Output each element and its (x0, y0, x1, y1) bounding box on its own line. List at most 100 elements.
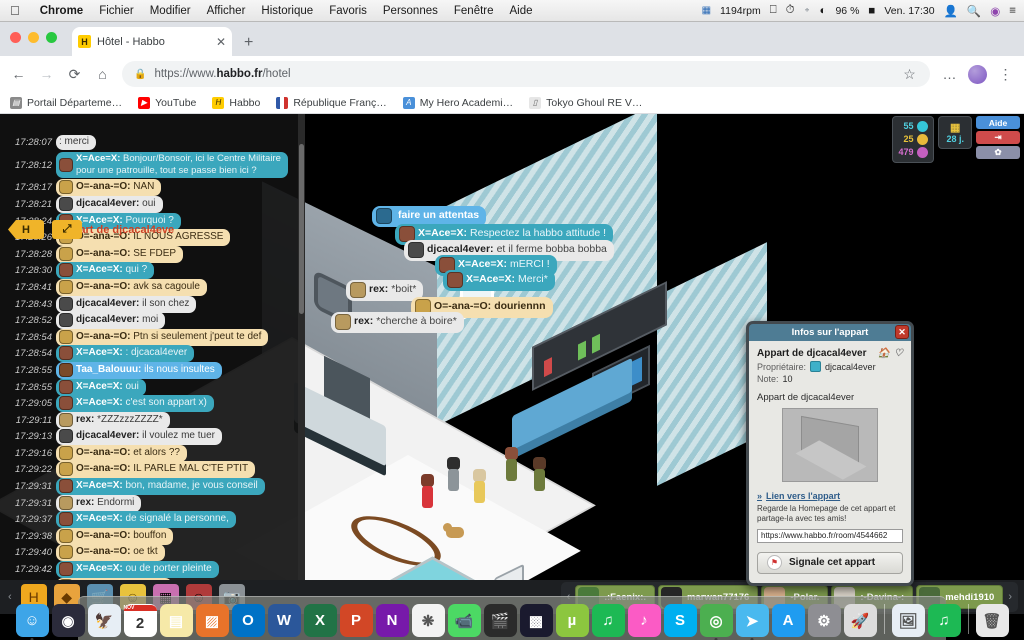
chat-avatar-head[interactable] (59, 445, 73, 460)
club-box[interactable]: ▦ 28 j. (938, 116, 972, 149)
close-window-button[interactable] (10, 32, 21, 43)
chat-avatar-head[interactable] (59, 246, 73, 261)
dock-siri-icon[interactable]: ◉ (51, 604, 85, 637)
menu-afficher[interactable]: Afficher (199, 5, 254, 17)
chat-scrollbar[interactable] (298, 114, 305, 580)
menu-fenetre[interactable]: Fenêtre (446, 5, 502, 17)
chat-avatar-head[interactable] (59, 512, 73, 527)
bookmark-myhero[interactable]: A My Hero Academi… (402, 96, 513, 109)
forward-icon[interactable]: → (38, 66, 55, 82)
airplay-icon[interactable]: ⎕ (770, 4, 777, 17)
apple-logo-icon[interactable]:  (10, 3, 20, 18)
duckets-row[interactable]: 479 (898, 146, 929, 159)
settings-button[interactable]: ✿ (976, 146, 1020, 159)
diamonds-row[interactable]: 55 (898, 120, 929, 133)
owner-name[interactable]: djcacal4ever (825, 362, 876, 372)
dock-appstore-icon[interactable]: A (771, 604, 805, 637)
dock-skype-icon[interactable]: S (663, 604, 697, 637)
bookmark-youtube[interactable]: ▶ YouTube (138, 96, 196, 109)
chat-avatar-head[interactable] (59, 429, 73, 444)
room-avatar[interactable] (532, 457, 547, 491)
credits-row[interactable]: 25 (898, 133, 929, 146)
dock-itunes-icon[interactable]: ♪ (627, 604, 661, 637)
menu-fichier[interactable]: Fichier (91, 5, 142, 17)
menu-personnes[interactable]: Personnes (375, 5, 446, 17)
dock-notes-icon[interactable]: ▤ (159, 604, 193, 637)
timemachine-icon[interactable]: ⏱ (786, 4, 795, 17)
controlcenter-icon[interactable]: ≡ (1009, 5, 1016, 17)
bookmark-habbo[interactable]: H Habbo (212, 96, 260, 109)
chat-avatar-head[interactable] (59, 180, 73, 195)
chat-avatar-head[interactable] (59, 412, 73, 427)
chat-avatar-head[interactable] (59, 528, 73, 543)
panel-titlebar[interactable]: Infos sur l'appart ✕ (749, 324, 911, 341)
chat-avatar-head[interactable] (59, 379, 73, 394)
user-icon[interactable]: 👤 (944, 4, 958, 18)
back-icon[interactable]: ← (10, 66, 27, 82)
dock-safari-icon[interactable]: ➤ (735, 604, 769, 640)
chat-avatar-head[interactable] (59, 479, 73, 494)
dock-outlook-icon[interactable]: O (231, 604, 265, 637)
report-room-button[interactable]: ⚑ Signale cet appart (757, 551, 903, 574)
dock-word-icon[interactable]: W (267, 604, 301, 637)
menu-favoris[interactable]: Favoris (321, 5, 375, 17)
chat-avatar-head[interactable] (59, 296, 73, 311)
menu-aide[interactable]: Aide (502, 5, 541, 17)
close-icon[interactable]: ✕ (895, 325, 909, 339)
chrome-menu-icon[interactable]: ⋮ (997, 66, 1014, 83)
bookmark-tokyoghoul[interactable]: ▯ Tokyo Ghoul RE V… (529, 96, 642, 109)
siri-icon[interactable]: ◉ (990, 4, 1000, 18)
fullscreen-button[interactable]: ⤢ (52, 220, 82, 239)
bookmark-republique[interactable]: République Franç… (276, 96, 387, 109)
dock-launchpad-icon[interactable]: 🚀 (843, 604, 877, 637)
room-avatar[interactable] (504, 447, 519, 481)
chat-avatar-head[interactable] (59, 346, 73, 361)
room-avatar[interactable] (420, 474, 435, 508)
close-tab-icon[interactable]: ✕ (216, 35, 226, 49)
address-bar[interactable]: 🔒 https://www.habbo.fr/hotel ☆ (122, 61, 930, 87)
browser-tab[interactable]: H Hôtel - Habbo ✕ (72, 27, 232, 56)
chat-avatar-head[interactable] (59, 545, 73, 560)
extension-icon[interactable]: … (941, 66, 958, 82)
chat-avatar-head[interactable] (59, 562, 73, 577)
menu-modifier[interactable]: Modifier (142, 5, 199, 17)
profile-avatar[interactable] (968, 64, 987, 84)
room-link[interactable]: » Lien vers l'appart (757, 491, 903, 501)
reload-icon[interactable]: ⟳ (66, 66, 83, 83)
maximize-window-button[interactable] (46, 32, 57, 43)
home-icon[interactable]: 🏠 (878, 348, 890, 359)
chat-avatar-head[interactable] (59, 279, 73, 294)
pet-dog[interactable] (443, 523, 464, 538)
minimize-window-button[interactable] (28, 32, 39, 43)
chat-avatar-head[interactable] (59, 462, 73, 477)
dock-preview2-icon[interactable]: 🖼 (891, 604, 925, 637)
wifi-icon[interactable]: ◐ (820, 5, 827, 17)
chat-avatar-head[interactable] (59, 196, 73, 211)
logout-button[interactable]: ⇥ (976, 131, 1020, 144)
chat-avatar-head[interactable] (59, 396, 73, 411)
bookmark-portail[interactable]: ▤ Portail Départeme… (10, 96, 122, 109)
dock-utorrent-icon[interactable]: µ (555, 604, 589, 637)
bookmark-star-icon[interactable]: ☆ (901, 66, 918, 83)
dock-powerpoint-icon[interactable]: P (339, 604, 373, 637)
bluetooth-icon[interactable]: ᛭ (804, 5, 811, 17)
dock-office-icon[interactable]: ▨ (195, 604, 229, 637)
home-icon[interactable]: ⌂ (94, 66, 111, 82)
dock-excel-icon[interactable]: X (303, 604, 337, 637)
dock-finder-icon[interactable]: ☺ (15, 604, 49, 640)
room-avatar[interactable] (446, 457, 461, 491)
dock-photos-icon[interactable]: ❋ (411, 604, 445, 637)
scrollbar-thumb[interactable] (299, 144, 304, 314)
new-tab-button[interactable]: + (244, 34, 253, 52)
dock-spotify-icon[interactable]: ♫ (591, 604, 625, 637)
dock-calendar-icon[interactable]: NOV 2 (123, 604, 157, 637)
dock-finalcut-icon[interactable]: 🎬 (483, 604, 517, 637)
dock-settings-icon[interactable]: ⚙ (807, 604, 841, 637)
chat-log[interactable]: 17:28:07: merci 17:28:12 X=Ace=X: Bonjour/… (0, 114, 305, 580)
heart-icon[interactable]: ♡ (894, 348, 903, 359)
window-controls[interactable] (10, 32, 57, 43)
dock-spotify2-icon[interactable]: ♫ (927, 604, 961, 637)
dock-chrome-icon[interactable]: ◎ (699, 604, 733, 640)
fan-speed-icon[interactable]: ▦ (702, 5, 711, 16)
clock[interactable]: Ven. 17:30 (884, 5, 934, 17)
